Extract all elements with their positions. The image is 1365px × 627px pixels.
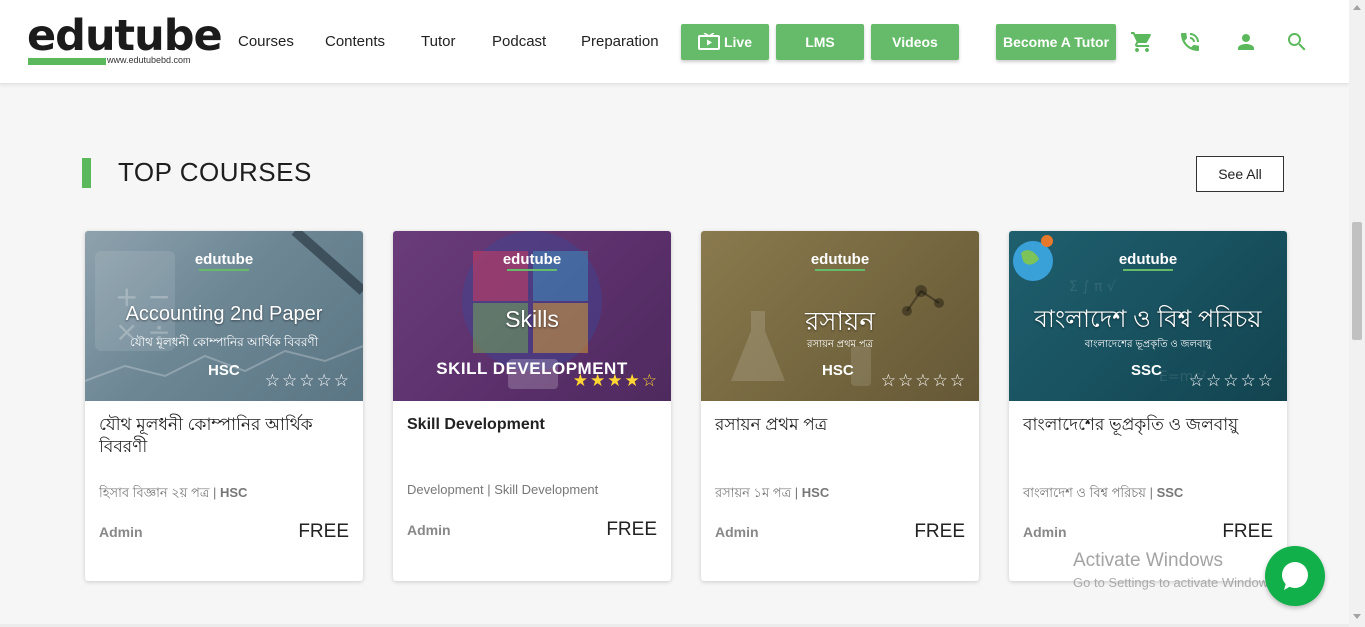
thumb-title: Accounting 2nd Paper xyxy=(125,303,323,325)
course-subject[interactable]: হিসাব বিজ্ঞান ২য় পত্র xyxy=(99,485,209,500)
course-price: FREE xyxy=(606,519,657,540)
course-price: FREE xyxy=(914,521,965,542)
nav-contents[interactable]: Contents xyxy=(325,33,385,50)
chat-bubble-icon xyxy=(1282,562,1308,590)
thumb-subtitle: রসায়ন প্রথম পত্র xyxy=(806,339,874,350)
see-all-button[interactable]: See All xyxy=(1196,156,1284,192)
thumb-subtitle: যৌথ মূলধনী কোম্পানির আর্থিক বিবরণী xyxy=(129,335,319,349)
thumb-brand: edutube xyxy=(1009,251,1287,271)
course-author: Admin xyxy=(715,524,759,540)
course-author: Admin xyxy=(1023,524,1067,540)
rating-stars: ☆☆☆☆☆ xyxy=(264,371,351,390)
course-thumbnail[interactable]: + − × ÷ edutube Accounting 2nd Paper যৌথ… xyxy=(85,231,363,401)
become-tutor-label: Become A Tutor xyxy=(1002,34,1110,50)
course-card[interactable]: + − × ÷ edutube Accounting 2nd Paper যৌথ… xyxy=(85,231,363,581)
activate-windows-subtitle: Go to Settings to activate Windows. xyxy=(1073,575,1279,590)
course-card[interactable]: edutube রসায়ন রসায়ন প্রথম পত্র HSC ☆☆☆… xyxy=(701,231,979,581)
course-card[interactable]: edutube Skills SKILL DEVELOPMENT ★★★★☆ S… xyxy=(393,231,671,581)
course-level[interactable]: HSC xyxy=(802,485,829,500)
scroll-down-arrow-icon[interactable] xyxy=(1353,614,1361,619)
thumb-level: SSC xyxy=(1131,362,1162,379)
nav-preparation[interactable]: Preparation xyxy=(581,33,659,50)
phone-icon[interactable] xyxy=(1177,29,1203,55)
course-title[interactable]: বাংলাদেশের ভূপ্রকৃতি ও জলবায়ু xyxy=(1023,414,1273,436)
cart-icon[interactable] xyxy=(1129,29,1155,55)
course-meta: রসায়ন ১ম পত্র | HSC xyxy=(715,485,830,500)
tv-icon xyxy=(697,33,720,50)
thumb-title: Skills xyxy=(505,306,559,332)
course-card[interactable]: Σ ∫ π √ E=mc² edutube বাংলাদেশ ও বিশ্ব প… xyxy=(1009,231,1287,581)
lms-label: LMS xyxy=(805,34,835,50)
user-icon[interactable] xyxy=(1233,29,1259,55)
thumb-title: বাংলাদেশ ও বিশ্ব পরিচয় xyxy=(1034,306,1262,333)
course-price: FREE xyxy=(298,521,349,542)
course-title[interactable]: Skill Development xyxy=(407,414,657,436)
thumb-subtitle: বাংলাদেশের ভূপ্রকৃতি ও জলবায়ু xyxy=(1084,339,1212,350)
thumb-brand: edutube xyxy=(701,251,979,271)
thumb-level: HSC xyxy=(822,362,854,379)
course-level[interactable]: Skill Development xyxy=(494,482,598,497)
course-author: Admin xyxy=(99,524,143,540)
logo-url: www.edutubebd.com xyxy=(107,55,191,65)
thumb-brand: edutube xyxy=(393,251,671,271)
svg-text:Σ ∫ π √: Σ ∫ π √ xyxy=(1069,279,1116,295)
rating-stars: ☆☆☆☆☆ xyxy=(880,371,967,390)
logo-underline xyxy=(28,58,106,65)
course-thumbnail[interactable]: Σ ∫ π √ E=mc² edutube বাংলাদেশ ও বিশ্ব প… xyxy=(1009,231,1287,401)
thumb-brand: edutube xyxy=(85,251,363,271)
course-thumbnail[interactable]: edutube রসায়ন রসায়ন প্রথম পত্র HSC ☆☆☆… xyxy=(701,231,979,401)
course-subject[interactable]: রসায়ন ১ম পত্র xyxy=(715,485,791,500)
course-meta: Development | Skill Development xyxy=(407,482,599,497)
videos-label: Videos xyxy=(892,34,938,50)
scroll-up-arrow-icon[interactable] xyxy=(1353,5,1361,10)
nav-tutor[interactable]: Tutor xyxy=(421,33,455,50)
rating-stars: ☆☆☆☆☆ xyxy=(1188,371,1275,390)
nav-podcast[interactable]: Podcast xyxy=(492,33,546,50)
site-logo[interactable]: edutube www.edutubebd.com xyxy=(27,11,223,70)
section-accent-bar xyxy=(82,158,91,188)
course-title[interactable]: যৌথ মূলধনী কোম্পানির আর্থিক বিবরণী xyxy=(99,414,349,458)
chat-button[interactable] xyxy=(1265,546,1325,606)
course-title[interactable]: রসায়ন প্রথম পত্র xyxy=(715,414,965,436)
live-label: Live xyxy=(723,34,752,50)
course-level[interactable]: HSC xyxy=(220,485,247,500)
scrollbar-thumb[interactable] xyxy=(1352,222,1362,340)
lms-button[interactable]: LMS xyxy=(776,24,864,60)
course-meta: বাংলাদেশ ও বিশ্ব পরিচয় | SSC xyxy=(1023,485,1184,500)
course-price: FREE xyxy=(1222,521,1273,542)
course-subject[interactable]: Development xyxy=(407,482,484,497)
course-meta: হিসাব বিজ্ঞান ২য় পত্র | HSC xyxy=(99,485,248,500)
course-author: Admin xyxy=(407,522,451,538)
search-icon[interactable] xyxy=(1284,29,1310,55)
rating-stars: ★★★★☆ xyxy=(572,371,659,390)
videos-button[interactable]: Videos xyxy=(871,24,959,60)
course-thumbnail[interactable]: edutube Skills SKILL DEVELOPMENT ★★★★☆ xyxy=(393,231,671,401)
become-tutor-button[interactable]: Become A Tutor xyxy=(996,24,1116,60)
live-button[interactable]: Live xyxy=(681,24,769,60)
course-level[interactable]: SSC xyxy=(1157,485,1184,500)
thumb-level: HSC xyxy=(208,362,240,379)
section-title: TOP COURSES xyxy=(118,157,312,187)
course-subject[interactable]: বাংলাদেশ ও বিশ্ব পরিচয় xyxy=(1023,485,1146,500)
nav-courses[interactable]: Courses xyxy=(238,33,294,50)
activate-windows-title: Activate Windows xyxy=(1073,550,1223,571)
site-header: edutube www.edutubebd.com Courses Conten… xyxy=(0,0,1349,84)
logo-text: edutube xyxy=(27,11,223,61)
